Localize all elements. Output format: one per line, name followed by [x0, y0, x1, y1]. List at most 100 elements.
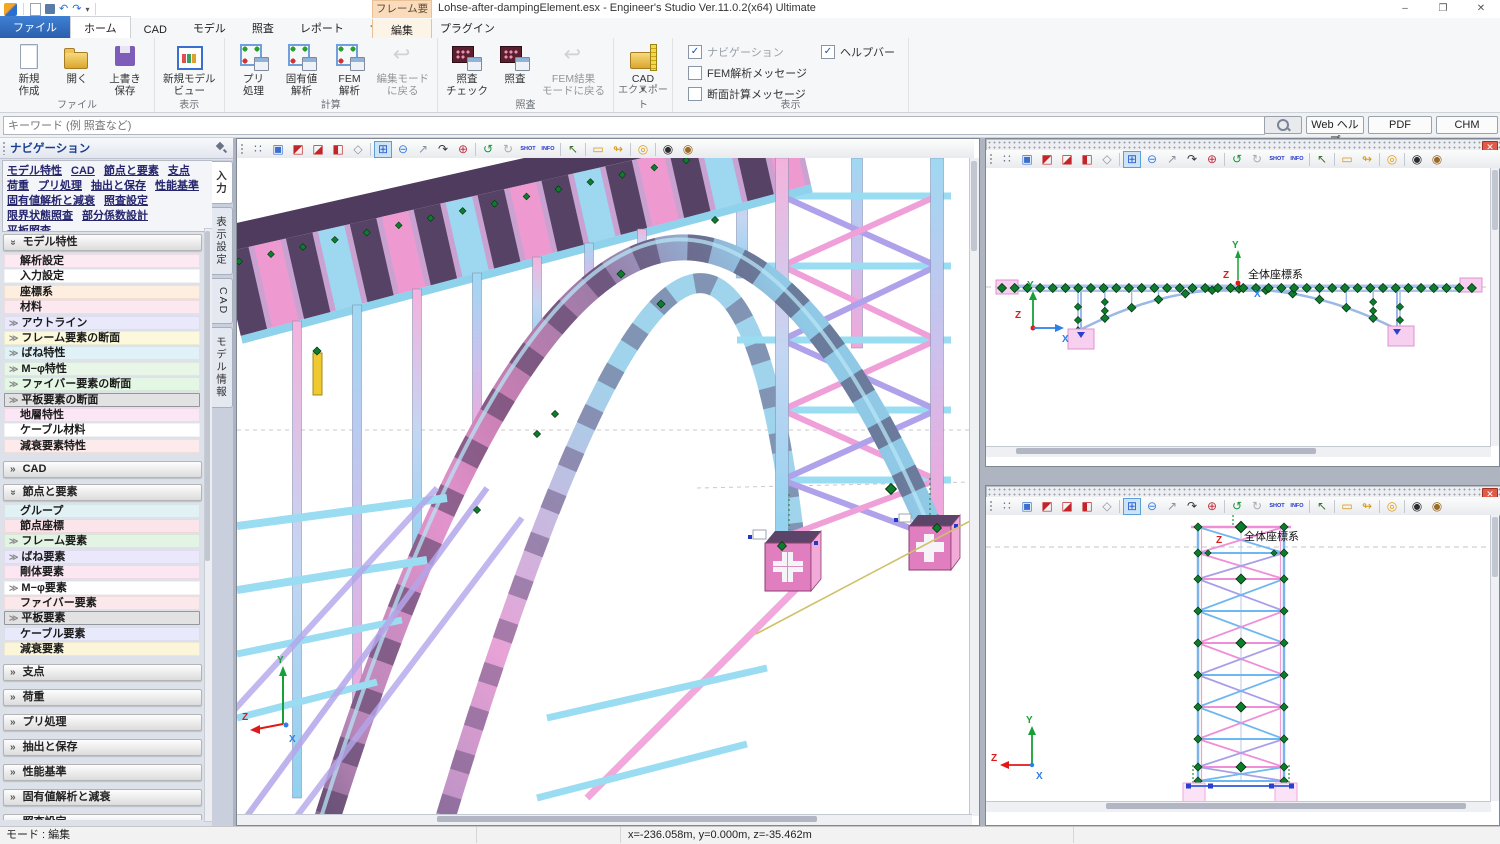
- zoom-search-icon[interactable]: ◎: [1383, 151, 1401, 168]
- nav-section-荷重[interactable]: »荷重: [3, 689, 202, 706]
- rotate-view-icon[interactable]: ↷: [434, 141, 452, 158]
- nav-item-グループ[interactable]: グループ: [4, 504, 200, 518]
- zoom-search-icon[interactable]: ◎: [634, 141, 652, 158]
- ribbon-button-上書き保存[interactable]: 上書き 保存: [101, 40, 149, 98]
- side-tab-入力[interactable]: 入力: [212, 161, 233, 204]
- zoom-out-icon[interactable]: ⊖: [1143, 151, 1161, 168]
- rotate-view-icon[interactable]: ↷: [1183, 498, 1201, 515]
- info-icon[interactable]: INFO: [1288, 151, 1306, 168]
- view-wireframe-icon[interactable]: ◇: [1098, 151, 1116, 168]
- elevation-canvas[interactable]: Y Z X 全体座標系 Y Z X: [986, 168, 1491, 446]
- rotate-view-icon[interactable]: ↷: [1183, 151, 1201, 168]
- view-iso-icon[interactable]: ◩: [1038, 151, 1056, 168]
- view-next-icon[interactable]: ↻: [1248, 151, 1266, 168]
- select-points-icon[interactable]: ∷: [249, 141, 267, 158]
- select-window-icon[interactable]: ▭: [589, 141, 607, 158]
- ribbon-button-開く[interactable]: 開く: [53, 40, 101, 86]
- select-element-icon[interactable]: ↖: [564, 141, 582, 158]
- main-horizontal-scrollbar[interactable]: [237, 814, 972, 825]
- keyword-search-input[interactable]: [3, 116, 1265, 135]
- ribbon-button-固有値解析[interactable]: 固有値 解析: [278, 40, 326, 98]
- select-free-icon[interactable]: ↬: [609, 141, 627, 158]
- nav-item-節点座標[interactable]: 節点座標: [4, 519, 200, 533]
- nav-item-フレーム要素の断面[interactable]: ≫フレーム要素の断面: [4, 331, 200, 345]
- snapshot-icon[interactable]: ◉: [1408, 151, 1426, 168]
- info-icon[interactable]: INFO: [1288, 498, 1306, 515]
- ribbon-button-新規モデルビュー[interactable]: 新規モデル ビュー: [160, 40, 219, 98]
- pdf-help-button[interactable]: PDF: [1368, 116, 1432, 134]
- ribbon-button-照査チェック[interactable]: 照査 チェック: [443, 40, 491, 98]
- minimize-button[interactable]: –: [1386, 0, 1424, 18]
- section-horizontal-scrollbar[interactable]: [986, 801, 1491, 812]
- tab-レポート[interactable]: レポート: [287, 17, 357, 38]
- select-points-icon[interactable]: ∷: [998, 151, 1016, 168]
- snapshot-save-icon[interactable]: ◉: [1428, 151, 1446, 168]
- undo-icon[interactable]: ↶: [59, 3, 68, 16]
- view-top-icon[interactable]: ◪: [309, 141, 327, 158]
- zoom-window-icon[interactable]: ⊞: [374, 141, 392, 158]
- toolbar-drag-handle[interactable]: [989, 500, 994, 513]
- nav-link-CAD[interactable]: CAD: [71, 164, 95, 179]
- elevation-vertical-scrollbar[interactable]: [1490, 168, 1499, 446]
- zoom-out-icon[interactable]: ⊖: [1143, 498, 1161, 515]
- zoom-search-icon[interactable]: ◎: [1383, 498, 1401, 515]
- nav-item-ばね要素[interactable]: ≫ばね要素: [4, 550, 200, 564]
- nav-item-ファイバー要素の断面[interactable]: ≫ファイバー要素の断面: [4, 377, 200, 391]
- snapshot-save-icon[interactable]: ◉: [1428, 498, 1446, 515]
- nav-item-平板要素[interactable]: ≫平板要素: [4, 611, 200, 625]
- side-tab-モデル情報[interactable]: モデル情報: [212, 327, 233, 408]
- side-tab-CAD[interactable]: CAD: [212, 278, 233, 324]
- nav-item-ばね特性[interactable]: ≫ばね特性: [4, 346, 200, 360]
- nav-item-材料[interactable]: 材料: [4, 300, 200, 314]
- ribbon-button-照査[interactable]: 照査: [491, 40, 539, 86]
- close-button[interactable]: ✕: [1462, 0, 1500, 18]
- tab-プラグイン[interactable]: プラグイン: [427, 17, 508, 38]
- nav-link-荷重[interactable]: 荷重: [7, 179, 29, 194]
- nav-item-アウトライン[interactable]: ≫アウトライン: [4, 316, 200, 330]
- nav-item-解析設定[interactable]: 解析設定: [4, 254, 200, 268]
- ribbon-button-FEM解析[interactable]: FEM 解析: [326, 40, 374, 98]
- checkbox-ナビゲーション[interactable]: ✓ナビゲーション: [688, 44, 807, 60]
- tab-ホーム[interactable]: ホーム: [70, 16, 131, 39]
- nav-link-照査設定[interactable]: 照査設定: [104, 194, 148, 209]
- search-button[interactable]: [1264, 116, 1302, 134]
- nav-section-CAD[interactable]: »CAD: [3, 461, 202, 478]
- fit-view-icon[interactable]: ▣: [1018, 498, 1036, 515]
- section-vertical-scrollbar[interactable]: [1490, 515, 1499, 801]
- snapshot-save-icon[interactable]: ◉: [679, 141, 697, 158]
- nav-item-入力設定[interactable]: 入力設定: [4, 269, 200, 283]
- fit-view-icon[interactable]: ▣: [1018, 151, 1036, 168]
- view-next-icon[interactable]: ↻: [499, 141, 517, 158]
- view-iso-icon[interactable]: ◩: [1038, 498, 1056, 515]
- view-top-icon[interactable]: ◪: [1058, 151, 1076, 168]
- nav-link-支点[interactable]: 支点: [168, 164, 190, 179]
- ribbon-button-プリ処理[interactable]: プリ 処理: [230, 40, 278, 98]
- select-window-icon[interactable]: ▭: [1338, 151, 1356, 168]
- zoom-dynamic-icon[interactable]: ↗: [414, 141, 432, 158]
- zoom-window-icon[interactable]: ⊞: [1123, 498, 1141, 515]
- select-window-icon[interactable]: ▭: [1338, 498, 1356, 515]
- zoom-dynamic-icon[interactable]: ↗: [1163, 151, 1181, 168]
- select-element-icon[interactable]: ↖: [1313, 151, 1331, 168]
- nav-section-固有値解析と減衰[interactable]: »固有値解析と減衰: [3, 789, 202, 806]
- nav-section-性能基準[interactable]: »性能基準: [3, 764, 202, 781]
- snapshot-icon[interactable]: ◉: [1408, 498, 1426, 515]
- nav-item-フレーム要素[interactable]: ≫フレーム要素: [4, 534, 200, 548]
- checkbox-ヘルプバー[interactable]: ✓ヘルプバー: [821, 44, 895, 60]
- redo-icon[interactable]: ↷: [72, 3, 81, 16]
- nav-section-節点と要素[interactable]: »節点と要素: [3, 484, 202, 501]
- nav-item-M−φ特性[interactable]: ≫M−φ特性: [4, 362, 200, 376]
- select-free-icon[interactable]: ↬: [1358, 151, 1376, 168]
- view-wireframe-icon[interactable]: ◇: [1098, 498, 1116, 515]
- nav-item-平板要素の断面[interactable]: ≫平板要素の断面: [4, 393, 200, 407]
- zoom-out-icon[interactable]: ⊖: [394, 141, 412, 158]
- nav-item-減衰要素特性[interactable]: 減衰要素特性: [4, 439, 200, 453]
- nav-section-支点[interactable]: »支点: [3, 664, 202, 681]
- zoom-window-icon[interactable]: ⊞: [1123, 151, 1141, 168]
- chm-help-button[interactable]: CHM: [1436, 116, 1498, 134]
- view-previous-icon[interactable]: ↺: [1228, 151, 1246, 168]
- nav-link-性能基準[interactable]: 性能基準: [155, 179, 199, 194]
- model-canvas-3d[interactable]: Y Z X: [237, 158, 972, 816]
- nav-link-抽出と保存[interactable]: 抽出と保存: [91, 179, 146, 194]
- nav-item-座標系[interactable]: 座標系: [4, 285, 200, 299]
